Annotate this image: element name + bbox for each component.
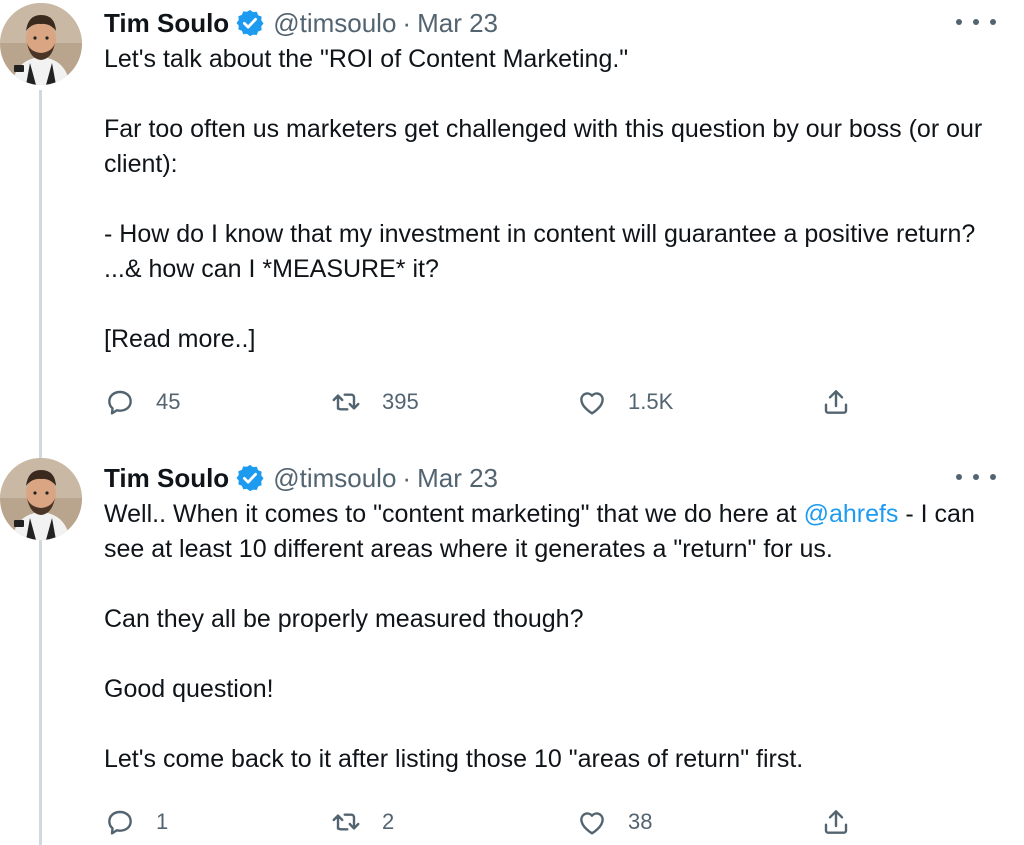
retweet-button[interactable]: 395 [330, 382, 419, 422]
tweet-paragraph: Can they all be properly measured though… [104, 605, 584, 633]
author-name[interactable]: Tim Soulo [104, 8, 229, 39]
tweet[interactable]: Tim Soulo @timsoulo · Mar 23 Well.. When… [0, 455, 1024, 845]
tweet-actions: 45 395 1.5K [104, 382, 864, 422]
tweet-paragraph: - How do I know that my investment in co… [104, 220, 976, 283]
share-icon [824, 810, 848, 834]
more-options-icon[interactable] [956, 465, 996, 489]
separator-dot: · [402, 7, 412, 38]
retweet-count: 2 [382, 809, 395, 834]
reply-count: 1 [156, 809, 169, 834]
like-count: 1.5K [628, 389, 674, 414]
reply-icon [108, 390, 132, 415]
reply-button[interactable]: 1 [104, 802, 168, 842]
tweet-text: Well.. When it comes to "content marketi… [104, 497, 1004, 777]
tweet-header: Tim Soulo @timsoulo · Mar 23 [104, 6, 498, 40]
reply-button[interactable]: 45 [104, 382, 180, 422]
retweet-button[interactable]: 2 [330, 802, 394, 842]
retweet-icon [332, 813, 360, 831]
author-handle[interactable]: @timsoulo [273, 463, 396, 494]
share-button[interactable] [820, 382, 852, 422]
tweet-text: Let's talk about the "ROI of Content Mar… [104, 42, 1004, 357]
read-more-text: [Read more..] [104, 325, 256, 353]
tweet-paragraph: Well.. When it comes to "content marketi… [104, 497, 1004, 567]
like-button[interactable]: 1.5K [576, 382, 673, 422]
share-button[interactable] [820, 802, 852, 842]
avatar[interactable] [0, 458, 82, 540]
more-options-icon[interactable] [956, 10, 996, 34]
author-name[interactable]: Tim Soulo [104, 463, 229, 494]
mention-link[interactable]: @ahrefs [804, 500, 899, 528]
tweet-paragraph: Let's come back to it after listing thos… [104, 745, 804, 773]
tweet-paragraph: Let's talk about the "ROI of Content Mar… [104, 45, 629, 73]
tweet-actions: 1 2 38 [104, 802, 864, 842]
author-handle[interactable]: @timsoulo [273, 8, 396, 39]
tweet[interactable]: Tim Soulo @timsoulo · Mar 23 Let's talk … [0, 0, 1024, 440]
separator-dot: · [402, 462, 412, 493]
avatar[interactable] [0, 3, 82, 85]
tweet-date[interactable]: Mar 23 [417, 463, 498, 494]
like-button[interactable]: 38 [576, 802, 652, 842]
retweet-icon [332, 393, 360, 411]
verified-badge-icon [235, 463, 265, 493]
verified-badge-icon [235, 8, 265, 38]
tweet-header: Tim Soulo @timsoulo · Mar 23 [104, 461, 498, 495]
reply-count: 45 [156, 389, 181, 414]
heart-icon [580, 812, 604, 835]
tweet-paragraph: Far too often us marketers get challenge… [104, 115, 983, 178]
share-icon [824, 390, 848, 414]
tweet-paragraph: Good question! [104, 675, 274, 703]
tweet-date[interactable]: Mar 23 [417, 8, 498, 39]
like-count: 38 [628, 809, 653, 834]
heart-icon [580, 392, 604, 415]
text-segment: Well.. When it comes to "content marketi… [104, 500, 804, 528]
reply-icon [108, 810, 132, 835]
retweet-count: 395 [382, 389, 419, 414]
